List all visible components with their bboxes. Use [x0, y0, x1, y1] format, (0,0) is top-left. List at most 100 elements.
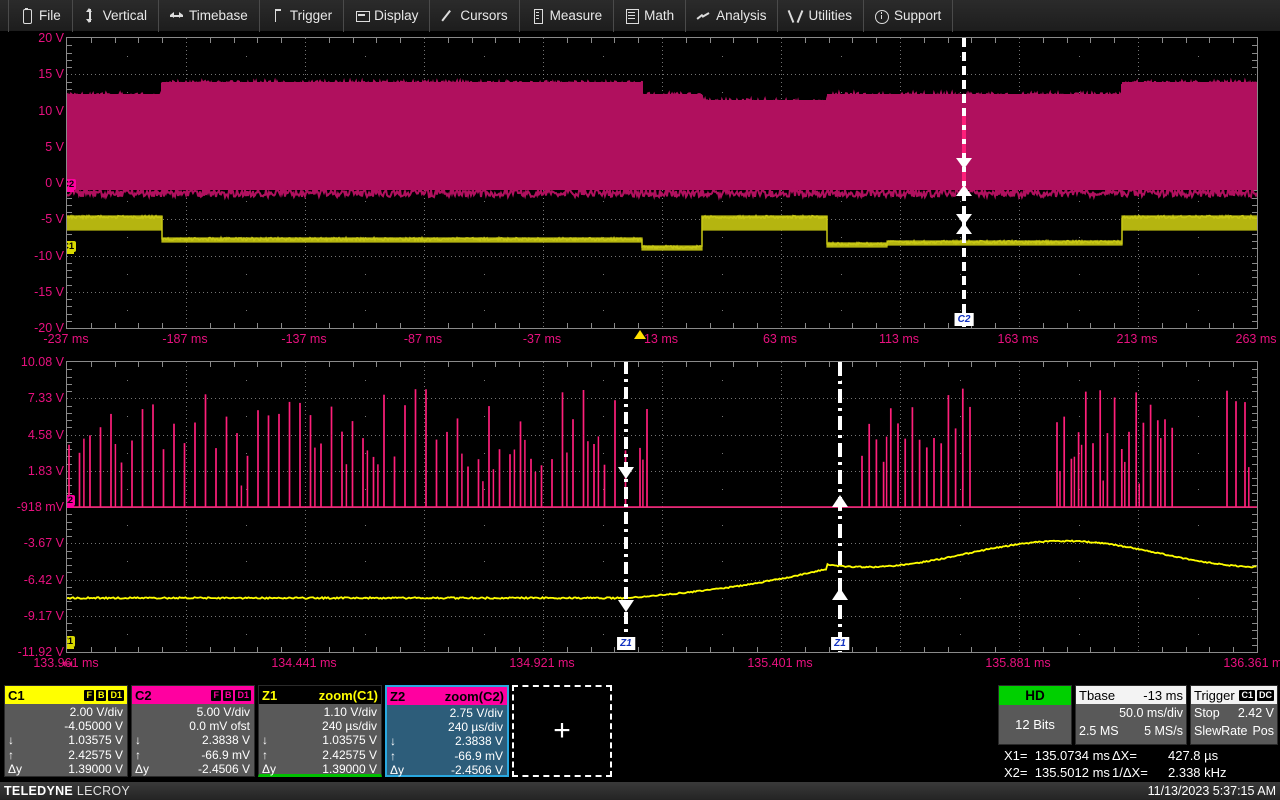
descriptor-line-value: 2.00 V/div	[69, 705, 123, 719]
cursor-x2-value: 135.5012 ms	[1034, 765, 1110, 780]
menu-item-vertical[interactable]: Vertical	[73, 0, 160, 32]
timebase-sample-rate: 5 MS/s	[1144, 724, 1183, 738]
ground-marker-z2[interactable]: Z2	[67, 495, 76, 506]
descriptor-line-value: 1.10 V/div	[323, 705, 377, 719]
descriptor-badges: F B D1	[84, 689, 124, 701]
axis-x-label: -237 ms	[43, 332, 89, 346]
menu-bar: File Vertical Timebase Trigger Display Cursor…	[0, 0, 1280, 32]
descriptor-line: 240 µs/div	[262, 719, 377, 733]
descriptor-line-value: -2.4506 V	[450, 762, 503, 777]
vertical-arrows-icon	[84, 8, 97, 23]
trace-descriptor-c1[interactable]: C1 F B D1 2.00 V/div -4.05000 V ↓ 1.03575 V ↑ 2.4…	[4, 685, 128, 777]
menu-item-label: Cursors	[460, 8, 508, 23]
axis-x-label: -187 ms	[162, 332, 208, 346]
axis-y-label: -9.17 V	[23, 609, 64, 623]
main-cursor-label[interactable]: C2	[954, 313, 974, 326]
axis-x-label: 134.921 ms	[509, 656, 575, 670]
menu-item-measure[interactable]: Measure	[520, 0, 615, 32]
trace-descriptor-z1[interactable]: Z1 zoom(C1) 1.10 V/div 240 µs/div ↓ 1.03575 V…	[258, 685, 382, 777]
badge-f[interactable]: F	[211, 689, 221, 701]
descriptor-line-key	[262, 719, 275, 733]
main-grid-x-axis: -237 ms -187 ms -137 ms -87 ms -37 ms 13 ms 63…	[0, 330, 1280, 352]
trigger-position-marker[interactable]	[634, 330, 646, 339]
menu-item-label: Measure	[549, 8, 603, 23]
zoom-grid-y-axis: 10.08 V 7.33 V 4.58 V 1.83 V -918 mV -3.67 V -…	[0, 355, 64, 659]
descriptor-line: Δy -2.4506 V	[135, 762, 250, 776]
menu-item-timebase[interactable]: Timebase	[159, 0, 260, 32]
menu-item-file[interactable]: File	[8, 0, 73, 32]
menu-item-support[interactable]: Support	[864, 0, 954, 32]
axis-x-label: 63 ms	[762, 332, 798, 346]
zoom-cursor-label-2[interactable]: Z1	[831, 637, 849, 650]
menu-item-label: Math	[644, 8, 675, 23]
trigger-level: 2.42 V	[1237, 706, 1274, 720]
timebase-box[interactable]: Tbase -13 ms 50.0 ms/div 2.5 MS 5 MS/s	[1075, 685, 1187, 745]
badge-b[interactable]: B	[222, 689, 234, 701]
ground-marker-c2[interactable]: C2	[67, 179, 77, 190]
menu-item-math[interactable]: Math	[614, 0, 687, 32]
badge-f[interactable]: F	[84, 689, 94, 701]
ground-marker-c1[interactable]: C1	[67, 241, 77, 252]
descriptor-line-value: 2.3838 V	[454, 734, 503, 749]
display-screen-icon	[355, 8, 370, 23]
descriptor-line: 2.00 V/div	[8, 705, 123, 719]
zoom-start-arrow-icon: ↤	[62, 656, 73, 671]
cursor-readout: X1= 135.0734 ms ΔX= 427.8 µs X2= 135.501…	[998, 747, 1280, 781]
menu-item-cursors[interactable]: Cursors	[430, 0, 520, 32]
menu-item-label: Analysis	[716, 8, 767, 23]
cursor-dx-value: 427.8 µs	[1168, 748, 1219, 763]
descriptor-subtitle: zoom(C1)	[318, 687, 378, 703]
axis-y-label: 10 V	[38, 104, 64, 118]
zoom-cursor-label-1[interactable]: Z1	[617, 637, 635, 650]
menu-item-utilities[interactable]: Utilities	[778, 0, 864, 32]
clock-timestamp: 11/13/2023 5:37:15 AM	[1147, 784, 1276, 798]
menu-item-display[interactable]: Display	[344, 0, 431, 32]
ground-marker-z1[interactable]: Z1	[67, 636, 76, 647]
trigger-box[interactable]: Trigger C1 DC Stop 2.42 V SlewRate Pos	[1190, 685, 1278, 745]
badge-d1[interactable]: D1	[235, 689, 251, 701]
trace-descriptor-z2[interactable]: Z2 zoom(C2) 2.75 V/div 240 µs/div ↓ 2.3838 V ↑…	[385, 685, 509, 777]
trigger-state: Stop	[1194, 706, 1220, 720]
descriptor-line-key: ↑	[8, 747, 14, 762]
descriptor-line-key: ↑	[262, 747, 268, 762]
descriptor-line-value: -2.4506 V	[197, 761, 250, 776]
descriptor-line-key	[135, 719, 148, 733]
main-grid-region: 20 V15 V10 V5 V0 V-5 V-10 V-15 V-20 V C2…	[0, 31, 1280, 354]
main-grid-plot[interactable]: C2 C1 C2	[66, 37, 1258, 329]
trace-descriptor-row: C1 F B D1 2.00 V/div -4.05000 V ↓ 1.03575 V ↑ 2.4…	[0, 685, 612, 780]
menu-item-analysis[interactable]: Analysis	[686, 0, 779, 32]
axis-x-label: 13 ms	[643, 332, 679, 346]
trigger-badge-c1[interactable]: C1	[1239, 689, 1255, 701]
axis-x-label: 135.401 ms	[747, 656, 813, 670]
axis-x-label: 134.441 ms	[271, 656, 337, 670]
zoom-grid-plot[interactable]: Z2 Z1 Z1 Z1	[66, 361, 1258, 653]
trigger-badge-dc[interactable]: DC	[1257, 689, 1274, 701]
trigger-slope-icon	[271, 8, 284, 23]
menu-item-trigger[interactable]: Trigger	[260, 0, 345, 32]
descriptor-title: Z1	[262, 687, 278, 703]
axis-x-label: 263 ms	[1235, 332, 1277, 346]
trace-descriptor-c2[interactable]: C2 F B D1 5.00 V/div 0.0 mV ofst ↓ 2.3838 V ↑ -66…	[131, 685, 255, 777]
analysis-trend-icon	[697, 8, 710, 23]
descriptor-title: C2	[135, 687, 152, 703]
badge-b[interactable]: B	[95, 689, 107, 701]
hd-mode-box[interactable]: HD 12 Bits	[998, 685, 1072, 745]
brand-lecroy: LECROY	[76, 784, 131, 798]
timebase-memory: 2.5 MS	[1079, 724, 1119, 738]
descriptor-line: 1.10 V/div	[262, 705, 377, 719]
axis-y-label: 1.83 V	[27, 464, 64, 478]
descriptor-line: ↓ 2.3838 V	[135, 733, 250, 747]
descriptor-line-value: 1.39000 V	[68, 761, 123, 776]
add-trace-button[interactable]: +	[512, 685, 612, 777]
axis-x-label: -137 ms	[281, 332, 327, 346]
axis-x-label: 113 ms	[878, 332, 920, 346]
menu-item-label: Utilities	[808, 8, 852, 23]
badge-d1[interactable]: D1	[108, 689, 124, 701]
hd-badge: HD	[999, 686, 1071, 705]
descriptor-line: ↓ 1.03575 V	[8, 733, 123, 747]
trigger-slope: Pos	[1252, 724, 1274, 738]
descriptor-line-key	[390, 720, 403, 734]
descriptor-line-key: ↑	[390, 748, 396, 763]
axis-y-label: 0 V	[45, 176, 64, 190]
descriptor-line: ↓ 1.03575 V	[262, 733, 377, 747]
